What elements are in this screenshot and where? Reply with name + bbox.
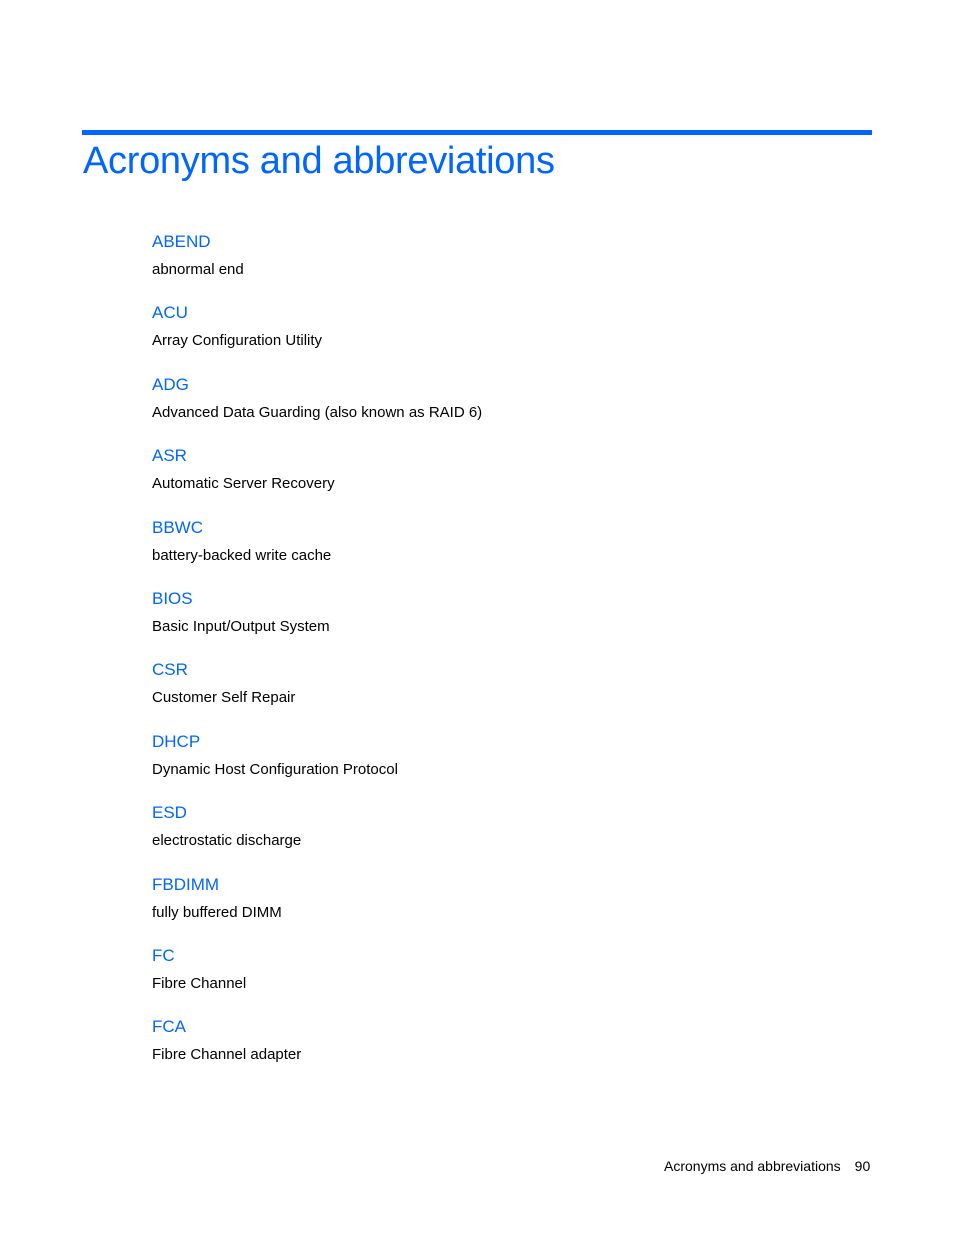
acronym-term[interactable]: FCA <box>152 1016 482 1038</box>
acronym-term[interactable]: ACU <box>152 302 482 324</box>
acronym-term[interactable]: ADG <box>152 374 482 396</box>
acronym-definition: Fibre Channel <box>152 974 247 992</box>
acronym-entry: ABEND abnormal end <box>152 231 482 302</box>
acronym-term[interactable]: CSR <box>152 659 482 681</box>
acronym-entry: FCA Fibre Channel adapter <box>152 1016 482 1087</box>
footer-section-title: Acronyms and abbreviations <box>664 1158 841 1174</box>
acronym-definition: Basic Input/Output System <box>152 617 330 635</box>
acronym-definition: Dynamic Host Configuration Protocol <box>152 760 398 778</box>
acronym-definition: Array Configuration Utility <box>152 332 323 350</box>
acronym-entry: BBWC battery-backed write cache <box>152 517 482 588</box>
acronym-definition: battery-backed write cache <box>152 546 332 564</box>
acronym-definition: electrostatic discharge <box>152 832 302 850</box>
acronym-entry: BIOS Basic Input/Output System <box>152 588 482 659</box>
acronym-term[interactable]: BIOS <box>152 588 482 610</box>
acronym-entry: DHCP Dynamic Host Configuration Protocol <box>152 731 482 802</box>
page-number: 90 <box>854 1158 871 1174</box>
acronym-entry: ASR Automatic Server Recovery <box>152 445 482 516</box>
page-footer: Acronyms and abbreviations 90 <box>664 1158 870 1174</box>
acronym-term[interactable]: BBWC <box>152 517 482 539</box>
acronym-entry: ACU Array Configuration Utility <box>152 302 482 373</box>
acronym-term[interactable]: ABEND <box>152 231 482 253</box>
title-rule <box>82 130 872 135</box>
acronym-entry: FBDIMM fully buffered DIMM <box>152 874 482 945</box>
acronym-term[interactable]: FBDIMM <box>152 874 482 896</box>
page-title: Acronyms and abbreviations <box>83 140 555 182</box>
acronym-entry: ESD electrostatic discharge <box>152 802 482 873</box>
acronym-list: ABEND abnormal end ACU Array Configurati… <box>152 231 482 1088</box>
acronym-definition: abnormal end <box>152 261 244 278</box>
acronym-definition: Customer Self Repair <box>152 689 296 707</box>
acronym-entry: ADG Advanced Data Guarding (also known a… <box>152 374 482 445</box>
acronym-term[interactable]: FC <box>152 945 482 967</box>
acronym-term[interactable]: ASR <box>152 445 482 467</box>
acronym-entry: FC Fibre Channel <box>152 945 482 1016</box>
acronym-definition: fully buffered DIMM <box>152 903 282 921</box>
acronym-definition: Advanced Data Guarding (also known as RA… <box>152 403 483 421</box>
acronym-definition: Fibre Channel adapter <box>152 1046 302 1064</box>
acronym-definition: Automatic Server Recovery <box>152 475 335 493</box>
acronym-term[interactable]: ESD <box>152 802 482 824</box>
acronym-term[interactable]: DHCP <box>152 731 482 753</box>
acronym-entry: CSR Customer Self Repair <box>152 659 482 730</box>
